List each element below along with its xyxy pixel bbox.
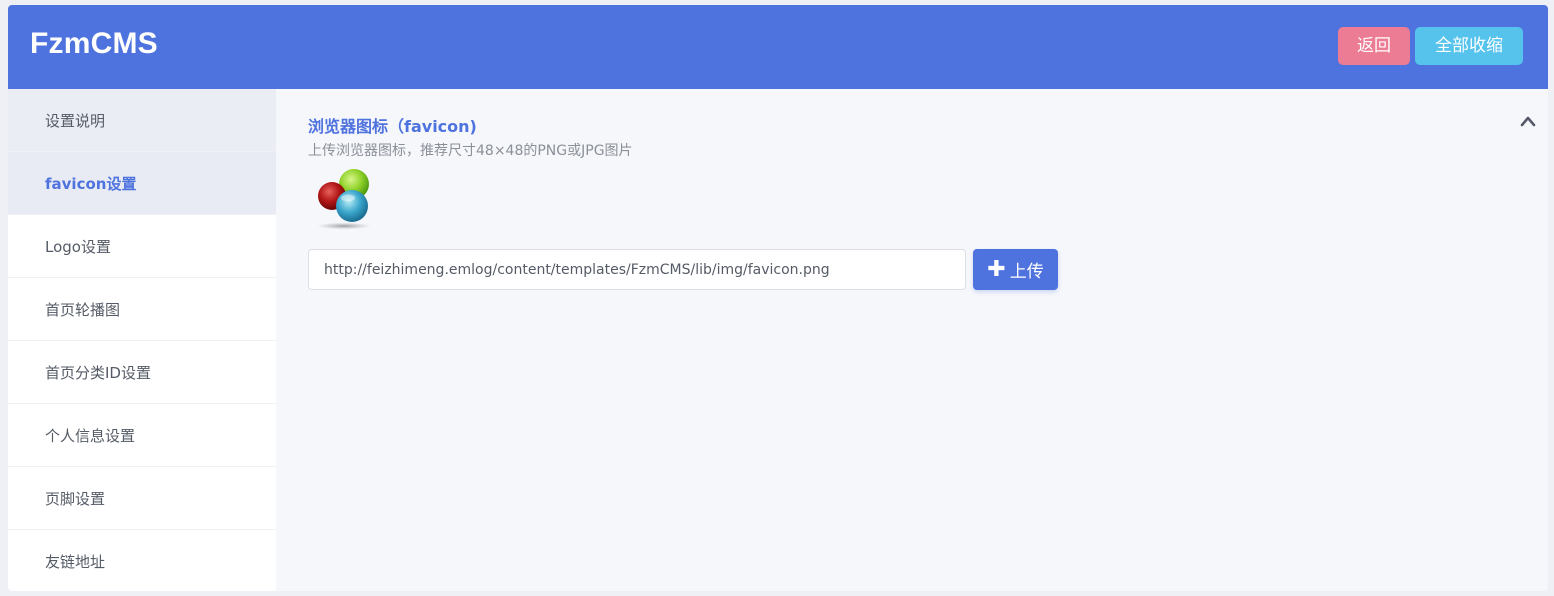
sidebar-item-label: 个人信息设置 xyxy=(45,426,136,445)
brand-title: FzmCMS xyxy=(30,27,158,60)
section-description: 上传浏览器图标，推荐尺寸48×48的PNG或JPG图片 xyxy=(308,143,633,159)
sidebar-item-label: favicon设置 xyxy=(45,174,137,193)
sidebar-item-logo[interactable]: Logo设置 xyxy=(8,215,276,278)
favicon-url-input[interactable] xyxy=(308,249,966,290)
plus-icon: ✚ xyxy=(987,256,1006,282)
sidebar-item-label: 首页分类ID设置 xyxy=(45,363,151,382)
upload-button-label: 上传 xyxy=(1009,262,1044,282)
sidebar-item-home-carousel[interactable]: 首页轮播图 xyxy=(8,278,276,341)
chevron-up-icon[interactable] xyxy=(1520,115,1536,127)
sidebar-item-label: Logo设置 xyxy=(45,237,111,256)
sidebar-item-friend-links[interactable]: 友链地址 xyxy=(8,530,276,591)
sidebar: 设置说明 favicon设置 Logo设置 首页轮播图 首页分类ID设置 个人信… xyxy=(8,89,276,591)
sidebar-item-label: 设置说明 xyxy=(45,111,106,130)
collapse-all-button[interactable]: 全部收缩 xyxy=(1415,27,1523,65)
upload-button[interactable]: ✚ 上传 xyxy=(973,249,1058,290)
favicon-settings-section: 浏览器图标（favicon) 上传浏览器图标，推荐尺寸48×48的PNG或JPG… xyxy=(276,89,1548,591)
sidebar-item-personal-info[interactable]: 个人信息设置 xyxy=(8,404,276,467)
sidebar-item-settings-guide[interactable]: 设置说明 xyxy=(8,89,276,152)
settings-panel: FzmCMS 返回 全部收缩 设置说明 favicon设置 Logo设置 首页轮… xyxy=(8,5,1548,591)
sidebar-item-favicon[interactable]: favicon设置 xyxy=(8,152,276,215)
sidebar-item-home-category-id[interactable]: 首页分类ID设置 xyxy=(8,341,276,404)
section-title: 浏览器图标（favicon) xyxy=(308,117,477,136)
sidebar-item-label: 友链地址 xyxy=(45,553,106,571)
back-button[interactable]: 返回 xyxy=(1338,27,1410,65)
favicon-preview-image xyxy=(317,169,371,230)
sidebar-item-label: 页脚设置 xyxy=(45,489,106,508)
sidebar-item-footer[interactable]: 页脚设置 xyxy=(8,467,276,530)
top-header: FzmCMS 返回 全部收缩 xyxy=(8,5,1548,89)
sidebar-item-label: 首页轮播图 xyxy=(45,300,121,319)
